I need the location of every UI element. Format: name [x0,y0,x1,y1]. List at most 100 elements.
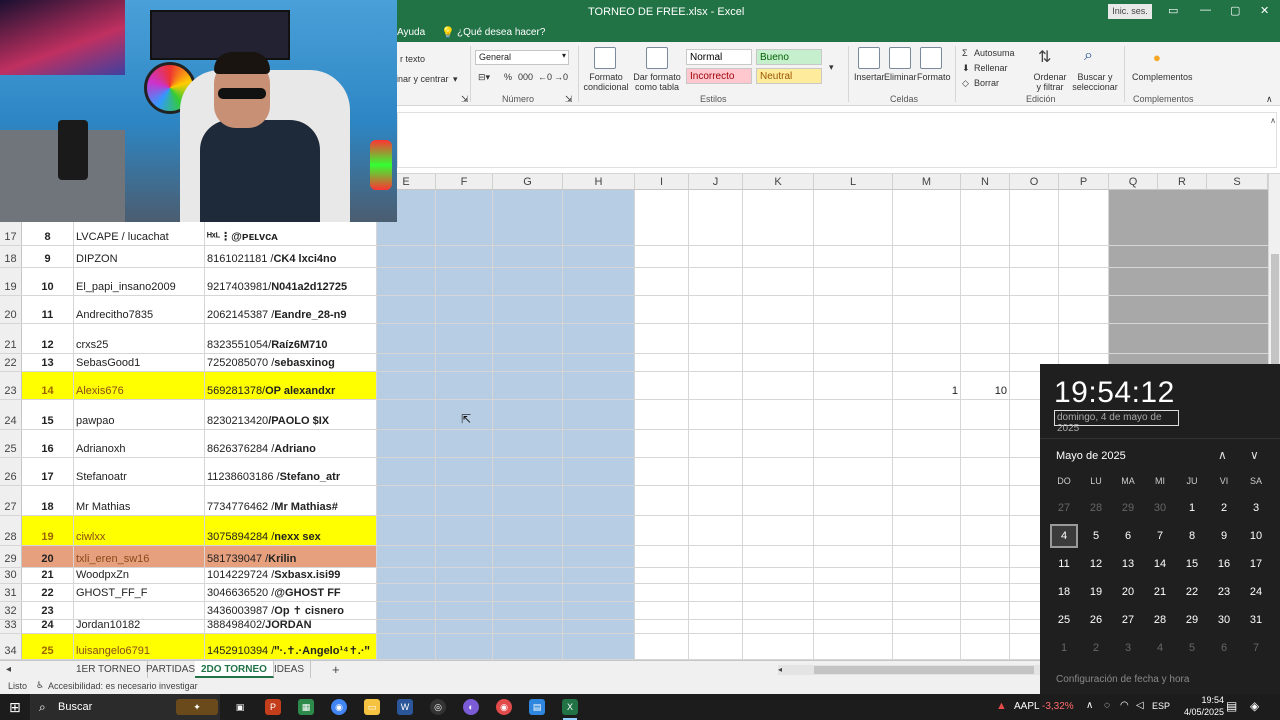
column-header[interactable]: K [743,174,814,190]
column-header[interactable]: N [961,174,1010,190]
calendar-day[interactable]: 27 [1112,606,1144,634]
tab-help[interactable]: Ayuda [397,27,425,38]
player-number[interactable]: 24 [22,620,74,633]
calendar-day[interactable]: 3 [1240,494,1272,522]
player-number[interactable]: 18 [22,486,74,515]
row-header[interactable]: 20 [0,296,22,323]
sort-filter-button[interactable]: Ordenar y filtrar [1030,72,1070,92]
player-id[interactable]: ᴴˣᴸ⋮@ᴘᴇʟᴠᴄᴀ [205,222,377,245]
format-table-button[interactable]: Dar formato como tabla [632,72,682,92]
calendar-day[interactable]: 21 [1144,578,1176,606]
sheet-tab[interactable]: 2DO TORNEO [195,661,274,678]
number-launcher-icon[interactable]: ⇲ [565,94,573,105]
row-header[interactable]: 19 [0,268,22,295]
player-name[interactable]: LVCAPE / lucachat [74,222,205,245]
calendar-day[interactable]: 5 [1176,634,1208,662]
calendar-day[interactable]: 6 [1208,634,1240,662]
player-id[interactable]: 1452910394 / ꞌꞌ·.✝.·Angelo¹⁴✝.·ꞌꞌ [205,634,377,659]
player-id[interactable]: 8626376284 / Adriano [205,430,377,457]
player-number[interactable]: 9 [22,246,74,267]
calendar-day[interactable]: 13 [1112,550,1144,578]
player-number[interactable]: 11 [22,296,74,323]
calendar-month[interactable]: Mayo de 2025 [1056,450,1126,462]
add-sheet-button[interactable]: + [326,661,346,678]
player-id[interactable]: 9217403981/ N041a2d12725 [205,268,377,295]
volume-icon[interactable]: ◁ [1136,700,1144,711]
row-header[interactable]: 18 [0,246,22,267]
player-id[interactable]: 7252085070 / sebasxinog [205,354,377,371]
column-header[interactable]: I [635,174,689,190]
calendar-day[interactable]: 27 [1048,494,1080,522]
stock-change[interactable]: -3,32% [1042,701,1074,712]
delete-cells-icon[interactable] [889,47,911,69]
cell-n23[interactable]: 10 [961,372,1010,399]
tell-me-input[interactable]: ¿Qué desea hacer? [457,27,545,38]
calendar-day[interactable]: 23 [1208,578,1240,606]
style-neutral[interactable]: Neutral [756,68,822,84]
column-header[interactable]: Q [1109,174,1158,190]
calendar-day[interactable]: 16 [1208,550,1240,578]
player-number[interactable]: 22 [22,584,74,601]
calendar-day[interactable]: 6 [1112,522,1144,550]
player-id[interactable]: 8323551054/ Raíz6M710 [205,324,377,353]
close-button[interactable]: ✕ [1260,4,1269,17]
accessibility-status[interactable]: Accesibilidad: es necesario investigar [48,681,198,691]
column-header[interactable]: R [1158,174,1207,190]
chevron-up-icon[interactable]: ∧ [1218,448,1227,462]
scrollbar-thumb[interactable] [814,666,1034,674]
player-name[interactable]: pawpao [74,400,205,429]
table-row[interactable]: 19 10 El_papi_insano2009 9217403981/ N041a2… [0,268,1268,296]
calendar-day[interactable]: 14 [1144,550,1176,578]
column-header[interactable]: G [493,174,563,190]
row-header[interactable]: 26 [0,458,22,485]
ribbon-display-icon[interactable]: ▭ [1168,4,1178,17]
calendar-day[interactable]: 28 [1080,494,1112,522]
calendar-day[interactable]: 20 [1112,578,1144,606]
app-window-icon[interactable]: ▤ [529,699,545,715]
player-number[interactable]: 12 [22,324,74,353]
column-header[interactable]: H [563,174,635,190]
player-number[interactable]: 21 [22,568,74,583]
chevron-down-icon[interactable]: ▾ [453,74,458,85]
number-format-select[interactable]: General ▾ [475,50,569,65]
column-header[interactable]: S [1207,174,1268,190]
player-number[interactable]: 19 [22,516,74,545]
sort-filter-icon[interactable]: ⇅ [1038,47,1060,69]
row-header[interactable]: 31 [0,584,22,601]
table-row[interactable]: 21 12 crxs25 8323551054/ Raíz6M710 [0,324,1268,354]
decimal-increase-icon[interactable]: ←0 [538,72,552,82]
accessibility-icon[interactable]: ♿ [36,680,44,691]
excel-icon[interactable]: X [562,699,578,715]
calendar-day[interactable]: 3 [1112,634,1144,662]
player-number[interactable]: 15 [22,400,74,429]
style-normal[interactable]: Normal [686,49,752,65]
player-name[interactable]: SebasGood1 [74,354,205,371]
minimize-button[interactable]: — [1200,4,1211,16]
scrollbar-thumb[interactable] [1271,254,1279,374]
player-number[interactable]: 8 [22,222,74,245]
player-number[interactable]: 10 [22,268,74,295]
row-header[interactable]: 25 [0,430,22,457]
find-select-button[interactable]: Buscar y seleccionar [1070,72,1120,92]
task-view-icon[interactable]: ▣ [232,699,248,715]
format-button[interactable]: Formato [917,72,951,82]
tab-scroll-left-icon[interactable]: ◂ ▸ [0,661,22,692]
column-header[interactable]: L [814,174,893,190]
restore-button[interactable]: ▢ [1230,4,1240,17]
calendar-day[interactable]: 15 [1176,550,1208,578]
row-header[interactable]: 30 [0,568,22,583]
obs-icon[interactable]: ◎ [430,699,446,715]
widgets-icon[interactable]: ✦ [176,699,218,715]
format-cells-icon[interactable] [920,47,942,69]
conditional-format-icon[interactable] [594,47,616,69]
player-number[interactable]: 14 [22,372,74,399]
player-name[interactable]: luisangelo6791 [74,634,205,659]
file-explorer-icon[interactable]: ▭ [364,699,380,715]
percent-button[interactable]: % [504,72,512,82]
player-name[interactable]: Alexis676 [74,372,205,399]
styles-more-icon[interactable]: ▾ [829,62,834,73]
merge-center-button[interactable]: inar y centrar [396,74,449,84]
row-header[interactable]: 21 [0,324,22,353]
player-name[interactable]: Jordan10182 [74,620,205,633]
player-name[interactable]: ciwlxx [74,516,205,545]
